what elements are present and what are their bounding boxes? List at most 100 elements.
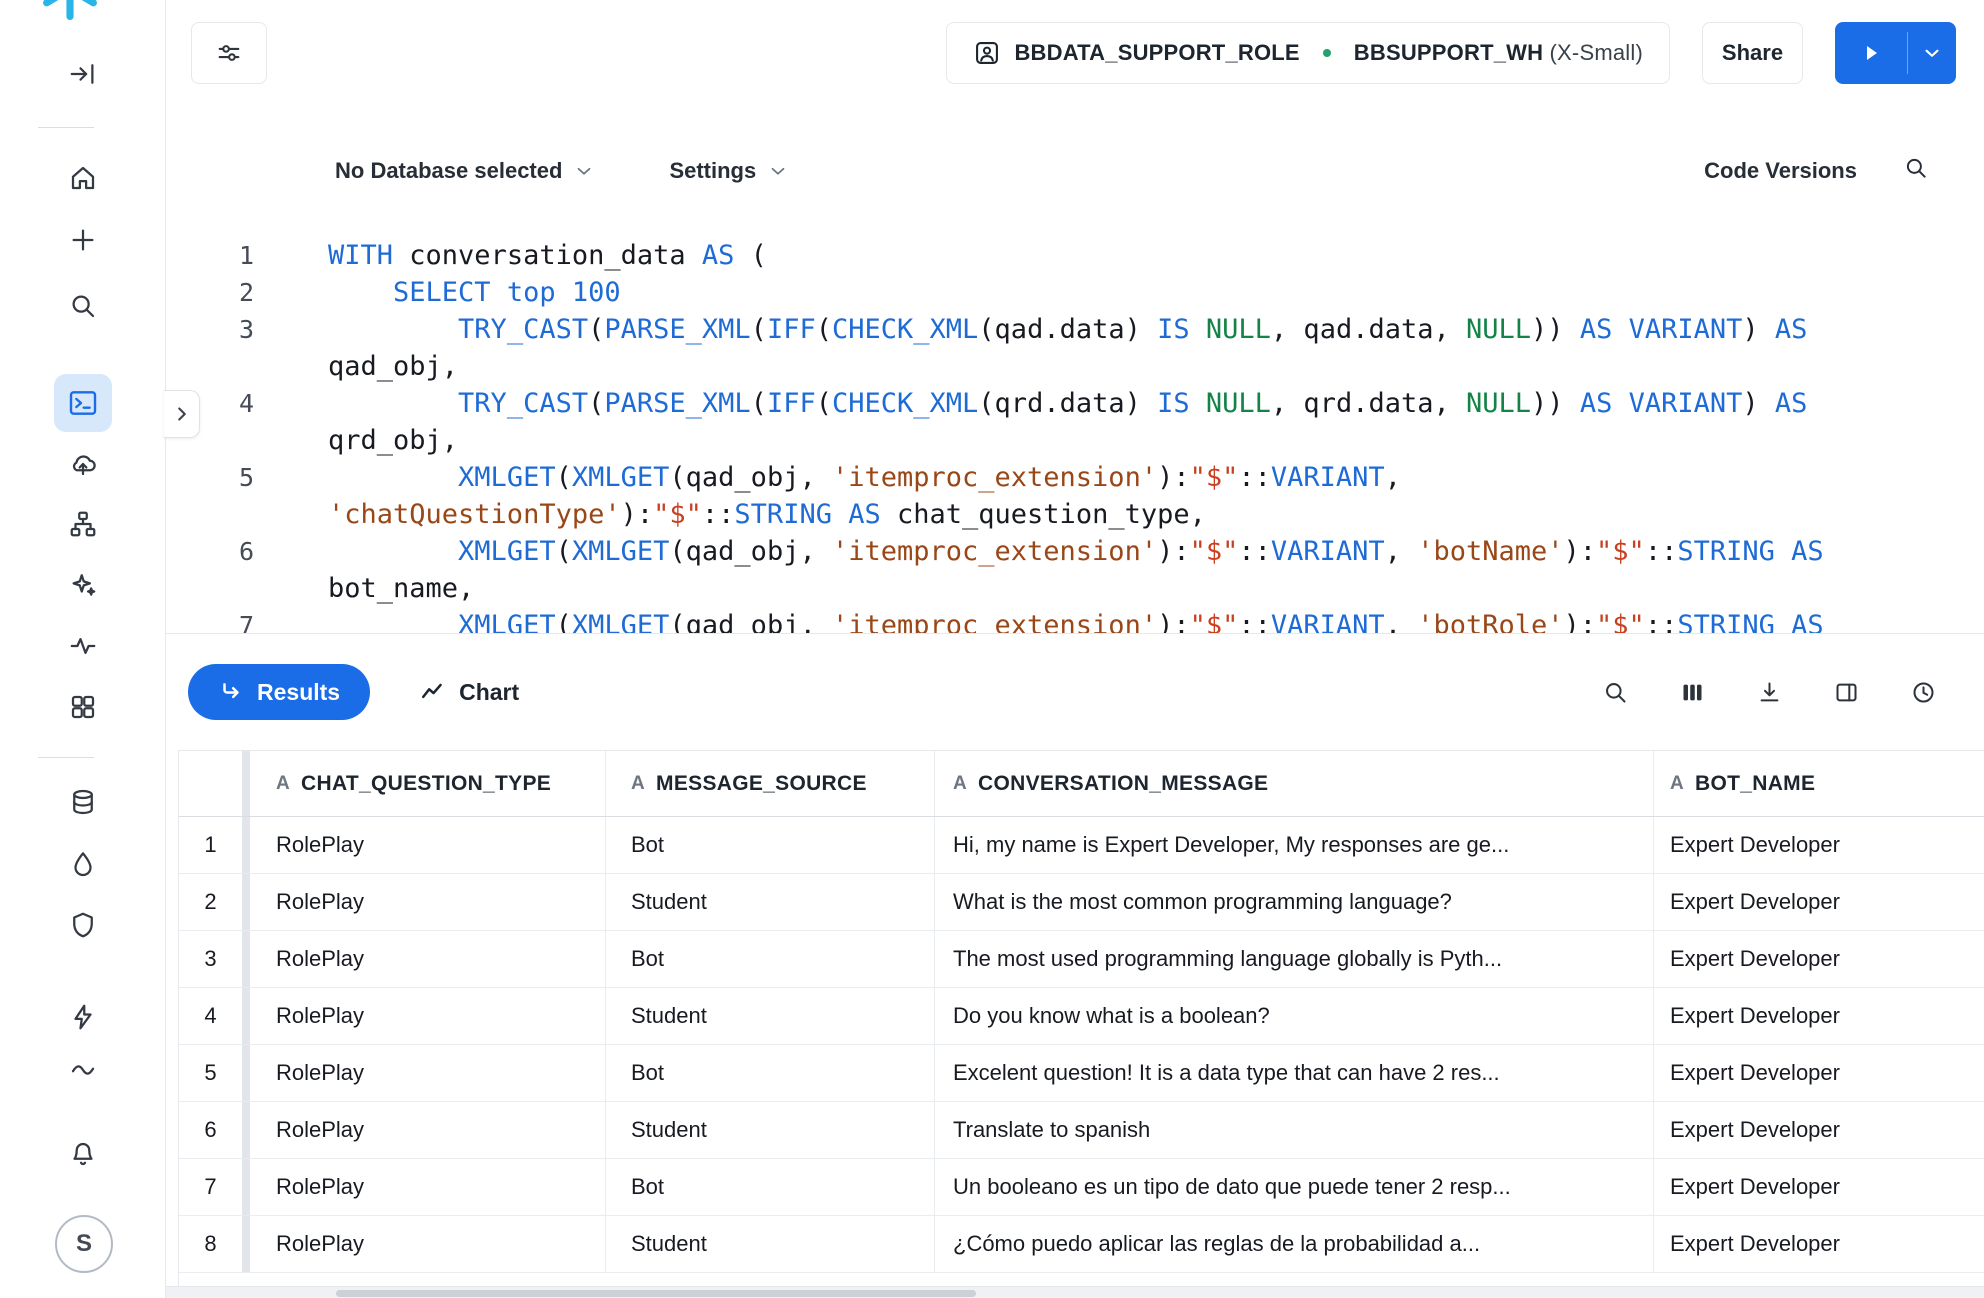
row-number[interactable]: 2 (179, 874, 242, 930)
sidebar-item-notifications-bell[interactable] (67, 1138, 99, 1170)
sidebar-item-data[interactable] (67, 786, 99, 818)
download-button[interactable] (1756, 679, 1783, 706)
sidebar-item-home[interactable] (67, 162, 99, 194)
code-text: 'chatQuestionType'):"$"::STRING AS chat_… (328, 496, 1206, 533)
cell-message-source[interactable]: Student (606, 1102, 935, 1158)
tab-chart[interactable]: Chart (420, 679, 519, 706)
row-number[interactable]: 5 (179, 1045, 242, 1101)
cell-message-source[interactable]: Bot (606, 931, 935, 987)
scrollbar-thumb[interactable] (336, 1290, 976, 1297)
context-selector[interactable]: BBDATA_SUPPORT_ROLE BBSUPPORT_WH (X-Smal… (946, 22, 1670, 84)
row-number[interactable]: 1 (179, 817, 242, 873)
share-button[interactable]: Share (1702, 22, 1803, 84)
sidebar-item-search[interactable] (67, 290, 99, 322)
cell-bot-name[interactable]: Expert Developer (1654, 1216, 1984, 1272)
cell-message-source[interactable]: Student (606, 988, 935, 1044)
sql-editor[interactable]: 1WITH conversation_data AS (2 SELECT top… (166, 215, 1984, 633)
cell-bot-name[interactable]: Expert Developer (1654, 874, 1984, 930)
editor-search-button[interactable] (1903, 155, 1929, 186)
expand-panel-button[interactable] (164, 390, 200, 438)
sidebar-item-hierarchy[interactable] (67, 508, 99, 540)
sidebar-item-lightning[interactable] (67, 1001, 99, 1033)
cell-conversation-message[interactable]: Do you know what is a boolean? (935, 988, 1654, 1044)
warehouse-status-dot (1323, 49, 1331, 57)
database-selector[interactable]: No Database selected (335, 158, 595, 184)
row-number[interactable]: 6 (179, 1102, 242, 1158)
cell-chat-question-type[interactable]: RolePlay (250, 1045, 606, 1101)
cell-conversation-message[interactable]: Excelent question! It is a data type tha… (935, 1045, 1654, 1101)
cell-message-source[interactable]: Student (606, 874, 935, 930)
row-number[interactable]: 7 (179, 1159, 242, 1215)
results-search-button[interactable] (1602, 679, 1629, 706)
columns-button[interactable] (1679, 679, 1706, 706)
code-versions-button[interactable]: Code Versions (1704, 158, 1857, 184)
sidebar-item-droplet[interactable] (67, 848, 99, 880)
code-line[interactable]: bot_name, (166, 570, 1984, 607)
line-number: 3 (166, 311, 254, 348)
sidebar-item-apps-grid[interactable] (67, 691, 99, 723)
code-line[interactable]: 2 SELECT top 100 (166, 274, 1984, 311)
code-line[interactable]: 3 TRY_CAST(PARSE_XML(IFF(CHECK_XML(qad.d… (166, 311, 1984, 348)
sidebar-item-wave[interactable] (67, 1054, 99, 1086)
cell-conversation-message[interactable]: ¿Cómo puedo aplicar las reglas de la pro… (935, 1216, 1654, 1272)
horizontal-scrollbar[interactable] (166, 1286, 1984, 1298)
collapse-sidebar-button[interactable] (67, 58, 99, 90)
run-play-button[interactable] (1835, 22, 1907, 84)
column-header-bot_name[interactable]: ABOT_NAME (1654, 751, 1984, 816)
code-line[interactable]: 6 XMLGET(XMLGET(qad_obj, 'itemproc_exten… (166, 533, 1984, 570)
row-number[interactable]: 8 (179, 1216, 242, 1272)
cell-bot-name[interactable]: Expert Developer (1654, 988, 1984, 1044)
code-line[interactable]: 4 TRY_CAST(PARSE_XML(IFF(CHECK_XML(qrd.d… (166, 385, 1984, 422)
user-avatar[interactable]: S (55, 1215, 113, 1273)
column-header-message_source[interactable]: AMESSAGE_SOURCE (606, 751, 935, 816)
cell-message-source[interactable]: Bot (606, 1045, 935, 1101)
cell-chat-question-type[interactable]: RolePlay (250, 1102, 606, 1158)
sidebar-item-transform-sparkles[interactable] (67, 568, 99, 600)
code-line[interactable]: qrd_obj, (166, 422, 1984, 459)
table-row: 3RolePlayBotThe most used programming la… (179, 931, 1984, 988)
row-number[interactable]: 4 (179, 988, 242, 1044)
split-panel-button[interactable] (1833, 679, 1860, 706)
sidebar-item-activity[interactable] (67, 630, 99, 662)
run-options-button[interactable] (1908, 22, 1956, 84)
settings-menu[interactable]: Settings (669, 158, 789, 184)
cell-bot-name[interactable]: Expert Developer (1654, 1045, 1984, 1101)
column-header-chat_question_type[interactable]: ACHAT_QUESTION_TYPE (250, 751, 606, 816)
column-header-conversation_message[interactable]: ACONVERSATION_MESSAGE (935, 751, 1654, 816)
filter-button[interactable] (191, 22, 267, 84)
line-number: 7 (166, 607, 254, 633)
cell-chat-question-type[interactable]: RolePlay (250, 874, 606, 930)
code-line[interactable]: 7 XMLGET(XMLGET(qad_obj, 'itemproc_exten… (166, 607, 1984, 633)
code-line[interactable]: 1WITH conversation_data AS ( (166, 237, 1984, 274)
cell-chat-question-type[interactable]: RolePlay (250, 1159, 606, 1215)
row-number[interactable]: 3 (179, 931, 242, 987)
table-row: 4RolePlayStudentDo you know what is a bo… (179, 988, 1984, 1045)
cell-conversation-message[interactable]: The most used programming language globa… (935, 931, 1654, 987)
cell-chat-question-type[interactable]: RolePlay (250, 1216, 606, 1272)
cell-message-source[interactable]: Bot (606, 1159, 935, 1215)
snowflake-logo-icon[interactable] (30, 0, 110, 22)
cell-conversation-message[interactable]: What is the most common programming lang… (935, 874, 1654, 930)
sidebar-item-worksheets[interactable] (54, 374, 112, 432)
cell-message-source[interactable]: Student (606, 1216, 935, 1272)
cell-conversation-message[interactable]: Un booleano es un tipo de dato que puede… (935, 1159, 1654, 1215)
tab-results[interactable]: Results (188, 664, 370, 720)
code-line[interactable]: qad_obj, (166, 348, 1984, 385)
cell-chat-question-type[interactable]: RolePlay (250, 817, 606, 873)
cell-bot-name[interactable]: Expert Developer (1654, 931, 1984, 987)
row-number-header[interactable] (179, 751, 242, 816)
cell-chat-question-type[interactable]: RolePlay (250, 931, 606, 987)
code-line[interactable]: 5 XMLGET(XMLGET(qad_obj, 'itemproc_exten… (166, 459, 1984, 496)
cell-conversation-message[interactable]: Translate to spanish (935, 1102, 1654, 1158)
sidebar-item-create[interactable] (67, 224, 99, 256)
sidebar-item-upload[interactable] (67, 448, 99, 480)
cell-message-source[interactable]: Bot (606, 817, 935, 873)
history-button[interactable] (1910, 679, 1937, 706)
cell-conversation-message[interactable]: Hi, my name is Expert Developer, My resp… (935, 817, 1654, 873)
cell-bot-name[interactable]: Expert Developer (1654, 817, 1984, 873)
code-line[interactable]: 'chatQuestionType'):"$"::STRING AS chat_… (166, 496, 1984, 533)
cell-bot-name[interactable]: Expert Developer (1654, 1102, 1984, 1158)
cell-chat-question-type[interactable]: RolePlay (250, 988, 606, 1044)
cell-bot-name[interactable]: Expert Developer (1654, 1159, 1984, 1215)
sidebar-item-shield[interactable] (67, 909, 99, 941)
